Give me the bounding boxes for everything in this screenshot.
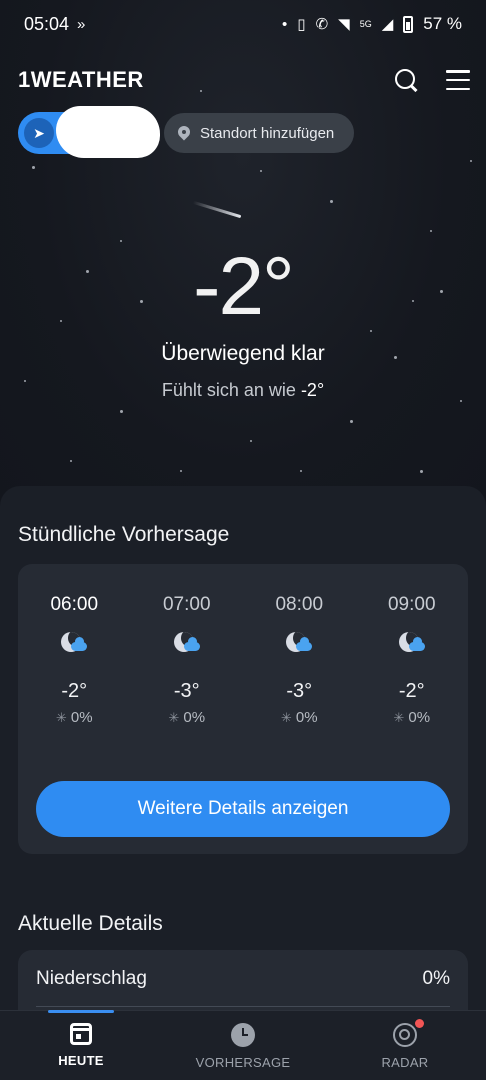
- current-details-title: Aktuelle Details: [18, 912, 163, 935]
- shooting-star: [192, 200, 242, 219]
- calendar-icon: [70, 1023, 92, 1045]
- hour-precip: ✳ 0%: [393, 709, 431, 726]
- app-logo: 1WEATHER: [18, 67, 144, 92]
- detail-value: 0%: [422, 968, 450, 989]
- signal-icon: ◢: [381, 15, 394, 33]
- divider: [36, 1006, 450, 1007]
- nav-forecast[interactable]: VORHERSAGE: [162, 1011, 324, 1080]
- moon-cloud-icon: [284, 632, 314, 660]
- nav-today[interactable]: HEUTE: [0, 1010, 162, 1080]
- nav-label: VORHERSAGE: [195, 1055, 291, 1070]
- hourly-forecast-title: Stündliche Vorhersage: [18, 523, 230, 546]
- hour-temp: -3°: [286, 680, 313, 702]
- app-header: 1WEATHER: [18, 60, 470, 100]
- hourly-forecast-card: 06:00 -2° ✳ 0% 07:00 -3° ✳ 0% 08:00 -3° ✳ 0…: [18, 564, 468, 854]
- notification-icon: »: [77, 15, 86, 33]
- moon-cloud-icon: [59, 632, 89, 660]
- hour-precip: ✳ 0%: [280, 709, 318, 726]
- location-arrow-icon: ➤: [24, 118, 54, 148]
- battery-icon: [403, 15, 414, 33]
- wifi-calling-icon: ✆: [315, 15, 329, 33]
- location-row: ➤ Standort hinzufügen: [18, 106, 355, 158]
- feels-like-label: Fühlt sich an wie: [161, 380, 296, 400]
- feels-like-value: -2°: [300, 380, 325, 400]
- nav-label: HEUTE: [58, 1053, 104, 1068]
- network-type: 5G: [359, 18, 372, 29]
- snowflake-icon: ✳: [168, 710, 180, 725]
- hour-item[interactable]: 07:00 -3° ✳ 0%: [131, 594, 244, 726]
- vibrate-icon: ▯: [297, 15, 306, 33]
- detail-label: Niederschlag: [36, 968, 147, 989]
- battery-percent: 57 %: [423, 14, 462, 33]
- hour-temp: -2°: [398, 680, 425, 702]
- current-temperature: -2°: [193, 241, 295, 332]
- snowflake-icon: ✳: [393, 710, 405, 725]
- add-location-label: Standort hinzufügen: [200, 124, 335, 142]
- current-location-chip[interactable]: ➤: [18, 106, 160, 158]
- dot-icon: •: [282, 15, 288, 33]
- redacted-location-name: [56, 106, 160, 158]
- hour-precip: ✳ 0%: [168, 709, 206, 726]
- moon-cloud-icon: [397, 632, 427, 660]
- clock-icon: [231, 1023, 255, 1047]
- hour-time: 08:00: [275, 594, 324, 615]
- hour-precip: ✳ 0%: [55, 709, 93, 726]
- snowflake-icon: ✳: [280, 710, 292, 725]
- bottom-navigation: HEUTE VORHERSAGE RADAR: [0, 1010, 486, 1080]
- nav-label: RADAR: [381, 1055, 429, 1070]
- feels-like: Fühlt sich an wie -2°: [0, 380, 486, 401]
- hour-time: 07:00: [162, 594, 211, 615]
- more-details-button[interactable]: Weitere Details anzeigen: [36, 781, 450, 837]
- radar-icon: [393, 1023, 417, 1047]
- nav-radar[interactable]: RADAR: [324, 1011, 486, 1080]
- menu-icon[interactable]: [446, 70, 470, 90]
- hour-temp: -3°: [173, 680, 200, 702]
- hour-item[interactable]: 06:00 -2° ✳ 0%: [18, 594, 131, 726]
- snowflake-icon: ✳: [55, 710, 67, 725]
- hour-temp: -2°: [61, 680, 88, 702]
- hour-time: 06:00: [50, 594, 99, 615]
- hour-item[interactable]: 08:00 -3° ✳ 0%: [243, 594, 356, 726]
- status-time: 05:04: [24, 13, 70, 34]
- wifi-icon: ◥: [338, 15, 350, 33]
- hour-item[interactable]: 09:00 -2° ✳ 0%: [356, 594, 469, 726]
- hour-time: 09:00: [387, 594, 436, 615]
- status-bar: 05:04 » • ▯ ✆ ◥ 5G ◢ 57 %: [0, 0, 486, 48]
- current-condition: Überwiegend klar: [161, 342, 325, 365]
- pin-icon: [178, 126, 190, 140]
- detail-row-precipitation[interactable]: Niederschlag 0%: [36, 968, 450, 990]
- notification-dot: [415, 1019, 424, 1028]
- add-location-chip[interactable]: Standort hinzufügen: [164, 113, 355, 153]
- search-icon[interactable]: [394, 68, 418, 92]
- moon-cloud-icon: [172, 632, 202, 660]
